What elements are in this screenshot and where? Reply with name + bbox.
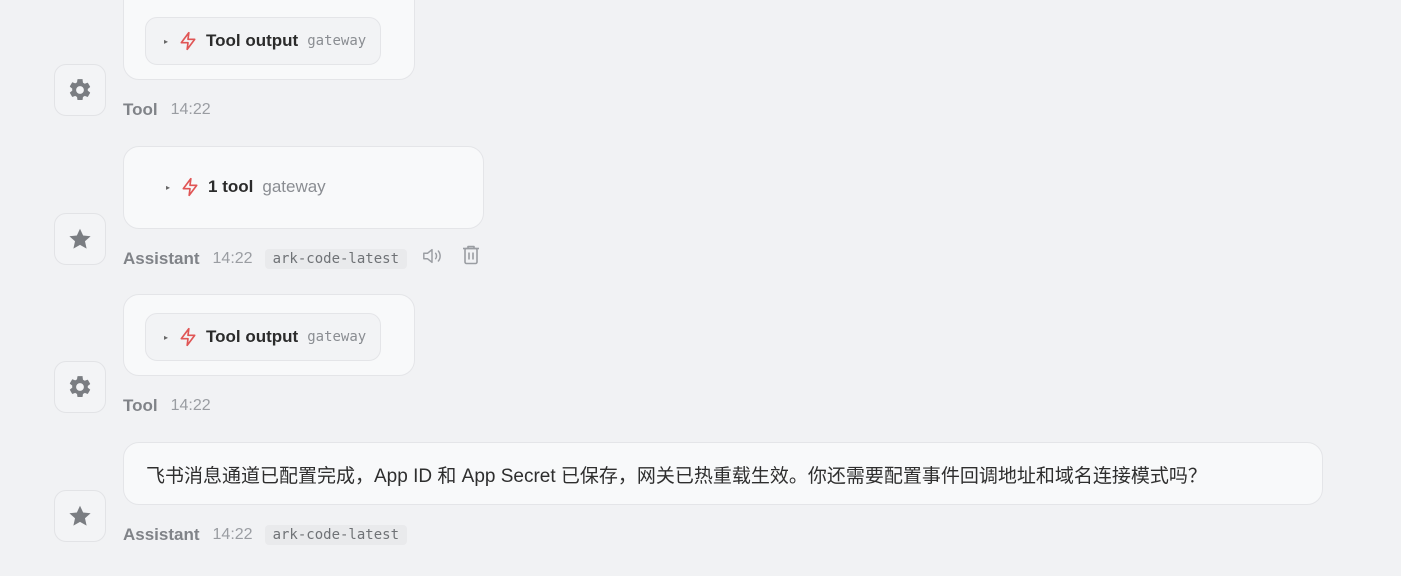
message-meta: Tool 14:22	[123, 99, 223, 121]
message-role: Tool	[123, 100, 158, 119]
message-meta: Tool 14:22	[123, 395, 223, 417]
assistant-avatar	[54, 213, 106, 265]
tool-source-tag: gateway	[307, 33, 367, 49]
message-time: 14:22	[212, 250, 253, 267]
lightning-bolt-icon	[178, 327, 198, 347]
message-meta: Assistant 14:22 ark-code-latest	[123, 245, 499, 270]
tool-avatar	[54, 361, 106, 413]
message-time: 14:22	[212, 526, 253, 543]
tool-source-tag: gateway	[262, 177, 326, 196]
assistant-avatar	[54, 490, 106, 542]
tool-calls-label: 1 tool	[208, 177, 254, 196]
trash-icon[interactable]	[461, 244, 481, 266]
tool-output-toggle[interactable]: ▸ Tool output gateway	[145, 17, 382, 65]
assistant-message-bubble: ▸ 1 tool gateway	[123, 146, 484, 229]
message-meta: Assistant 14:22 ark-code-latest	[123, 524, 421, 546]
tool-output-label: Tool output	[206, 31, 299, 50]
message-role: Assistant	[123, 525, 200, 544]
tool-message-bubble: ▸ Tool output gateway	[123, 0, 415, 80]
tool-source-tag: gateway	[307, 329, 367, 345]
model-badge: ark-code-latest	[264, 525, 408, 545]
tool-calls-toggle[interactable]: ▸ 1 tool gateway	[166, 175, 326, 199]
speaker-icon[interactable]	[421, 246, 443, 266]
assistant-message-text: 飞书消息通道已配置完成，App ID 和 App Secret 已保存，网关已热…	[146, 465, 1207, 487]
chat-transcript: ▸ Tool output gateway Tool 14:22 ▸ 1 too…	[0, 0, 1401, 576]
tool-avatar	[54, 64, 106, 116]
message-role: Tool	[123, 396, 158, 415]
model-badge: ark-code-latest	[264, 249, 408, 269]
message-time: 14:22	[170, 101, 211, 118]
lightning-bolt-icon	[180, 177, 200, 197]
lightning-bolt-icon	[178, 31, 198, 51]
assistant-message-bubble: 飞书消息通道已配置完成，App ID 和 App Secret 已保存，网关已热…	[123, 442, 1323, 505]
message-role: Assistant	[123, 249, 200, 268]
message-time: 14:22	[170, 397, 211, 414]
tool-output-label: Tool output	[206, 327, 299, 346]
tool-output-toggle[interactable]: ▸ Tool output gateway	[145, 313, 382, 361]
gear-icon	[69, 376, 91, 398]
caret-right-icon: ▸	[164, 332, 169, 342]
tool-message-bubble: ▸ Tool output gateway	[123, 294, 415, 376]
star-icon	[69, 505, 91, 526]
star-icon	[69, 228, 91, 249]
gear-icon	[69, 79, 91, 101]
caret-right-icon: ▸	[164, 36, 169, 46]
caret-right-icon: ▸	[166, 182, 171, 192]
